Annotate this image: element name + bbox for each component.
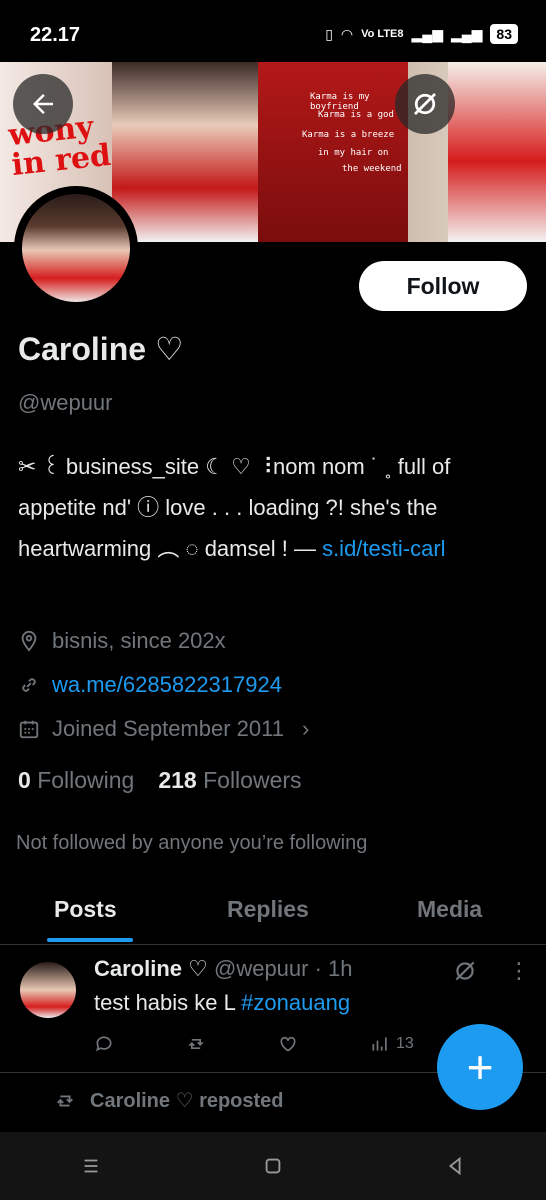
banner-lyric: in my hair on bbox=[318, 148, 389, 158]
repost-indicator: Caroline ♡ reposted bbox=[54, 1088, 284, 1113]
post-time: · 1h bbox=[314, 956, 353, 981]
tab-replies[interactable]: Replies bbox=[227, 896, 309, 923]
avatar-image bbox=[22, 194, 130, 302]
banner-lyric: the weekend bbox=[342, 164, 402, 174]
system-navbar bbox=[0, 1132, 546, 1200]
profile-location: bisnis, since 202x bbox=[18, 628, 226, 654]
grok-icon[interactable] bbox=[452, 958, 478, 984]
tab-media[interactable]: Media bbox=[417, 896, 482, 923]
status-time: 22.17 bbox=[30, 24, 81, 46]
post-header: Caroline ♡ @wepuur · 1h bbox=[94, 956, 353, 982]
profile-avatar[interactable] bbox=[14, 186, 138, 310]
link-icon bbox=[22, 678, 36, 692]
grok-button[interactable] bbox=[395, 74, 455, 134]
post-hashtag[interactable]: #zonauang bbox=[241, 990, 350, 1015]
profile-bio: ✂︎ ꒰ business_site ☾ ♡ ⠸nom nom ˙ ˳ full… bbox=[18, 446, 528, 569]
profile-website: wa.me/6285822317924 bbox=[18, 672, 282, 698]
profile-handle: @wepuur bbox=[18, 390, 113, 415]
reply-icon bbox=[96, 1036, 112, 1052]
followers-label: Followers bbox=[203, 767, 302, 793]
back-button[interactable] bbox=[13, 74, 73, 134]
post-avatar[interactable] bbox=[20, 962, 76, 1018]
joined-text: Joined September 2011 bbox=[52, 716, 284, 741]
not-followed-text: Not followed by anyone you’re following bbox=[16, 832, 368, 854]
compose-button[interactable]: + bbox=[437, 1024, 523, 1110]
post-handle: @wepuur bbox=[213, 956, 309, 981]
banner-photo-2 bbox=[448, 62, 546, 242]
views-count: 13 bbox=[396, 1035, 414, 1052]
vibrate-icon: ▯ bbox=[325, 25, 333, 42]
following-link[interactable]: 0 Following bbox=[18, 767, 134, 794]
repost-icon bbox=[188, 1039, 204, 1049]
followers-count: 218 bbox=[158, 767, 197, 793]
location-text: bisnis, since 202x bbox=[52, 628, 226, 653]
active-tab-indicator bbox=[47, 938, 133, 942]
following-label: Following bbox=[37, 767, 135, 793]
profile-joined[interactable]: Joined September 2011 › bbox=[18, 716, 309, 742]
post-author: Caroline ♡ bbox=[94, 956, 208, 981]
chevron-right-icon: › bbox=[301, 716, 310, 741]
post-text: test habis ke L #zonauang bbox=[94, 990, 350, 1016]
signal-icon: ▂▄▆ bbox=[411, 25, 443, 42]
follow-counts: 0 Following 218 Followers bbox=[18, 767, 302, 794]
banner-photo bbox=[112, 62, 260, 242]
follow-button[interactable]: Follow bbox=[359, 261, 527, 311]
more-options-icon[interactable]: ⋮ bbox=[508, 958, 530, 984]
location-pin-icon bbox=[21, 630, 37, 652]
wifi-icon: ◠ bbox=[340, 25, 354, 42]
profile-tabs: Posts Replies Media bbox=[0, 878, 546, 945]
tab-posts[interactable]: Posts bbox=[54, 896, 117, 923]
recent-apps-icon[interactable] bbox=[80, 1155, 102, 1177]
views-button[interactable]: 13 bbox=[370, 1034, 414, 1054]
battery-level: 83 bbox=[490, 24, 518, 44]
repost-icon bbox=[57, 1095, 73, 1106]
repost-label: Caroline ♡ reposted bbox=[90, 1090, 284, 1112]
back-arrow-icon bbox=[33, 94, 53, 114]
back-nav-icon[interactable] bbox=[444, 1155, 466, 1177]
calendar-icon bbox=[19, 720, 39, 739]
status-bar: 22.17 ▯ ◠ Vo LTE8 ▂▄▆ ▂▄▆ 83 bbox=[0, 0, 546, 62]
reply-button[interactable] bbox=[94, 1034, 186, 1054]
banner-lyric: Karma is my boyfriend bbox=[310, 92, 370, 112]
post-body: test habis ke L bbox=[94, 990, 242, 1015]
followers-link[interactable]: 218 Followers bbox=[158, 767, 301, 794]
home-icon[interactable] bbox=[262, 1155, 284, 1177]
banner-door-image: Karma is my boyfriend Karma is a god Kar… bbox=[258, 62, 408, 242]
banner-lyric: Karma is a god bbox=[318, 110, 394, 120]
grok-icon bbox=[414, 93, 436, 115]
website-link[interactable]: wa.me/6285822317924 bbox=[52, 672, 282, 698]
heart-icon bbox=[280, 1036, 296, 1052]
like-button[interactable] bbox=[278, 1034, 370, 1054]
profile-name: Caroline ♡ bbox=[18, 331, 184, 367]
views-chart-icon bbox=[372, 1037, 387, 1051]
repost-button[interactable] bbox=[186, 1034, 278, 1054]
bio-link[interactable]: s.id/testi-carl bbox=[322, 536, 445, 561]
following-count: 0 bbox=[18, 767, 31, 793]
banner-lyric: Karma is a breeze bbox=[302, 130, 395, 140]
signal-icon-2: ▂▄▆ bbox=[450, 25, 483, 42]
status-icons: ▯ ◠ Vo LTE8 ▂▄▆ ▂▄▆ 83 bbox=[325, 24, 518, 44]
network-label: Vo LTE8 bbox=[361, 28, 404, 40]
